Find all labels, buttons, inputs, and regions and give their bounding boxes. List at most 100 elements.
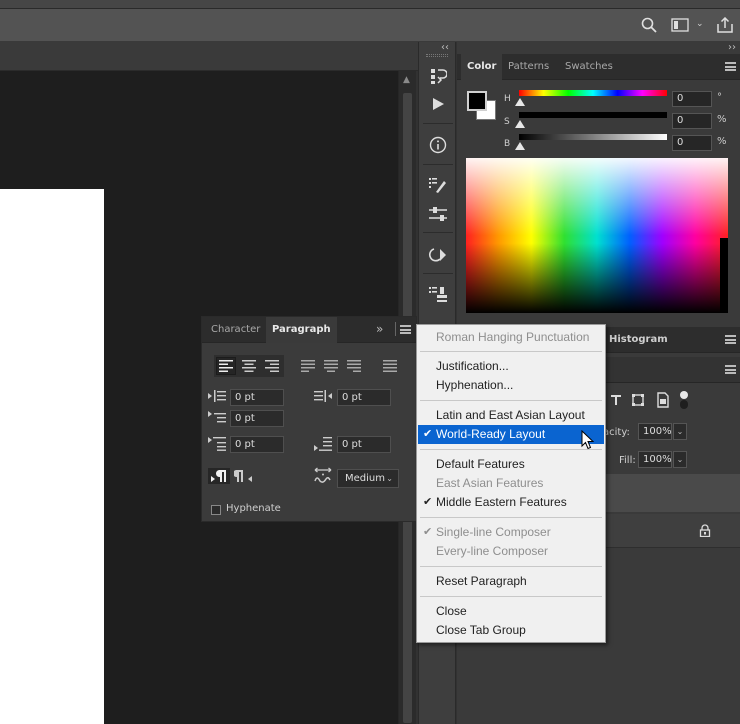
collapse-strip-icon[interactable]: ‹‹ <box>441 42 449 53</box>
actions-play-icon[interactable] <box>425 92 451 116</box>
paragraph-context-menu: Roman Hanging Punctuation Justification.… <box>416 324 606 643</box>
menu-item-east-asian-features[interactable]: East Asian Features <box>418 474 604 493</box>
share-icon[interactable] <box>716 16 734 33</box>
fill-input[interactable]: 100% <box>638 451 672 468</box>
brush-settings-icon[interactable] <box>425 173 451 197</box>
smart-object-filter-icon[interactable] <box>656 392 670 411</box>
menu-item-label: Justification... <box>436 359 509 373</box>
brightness-input[interactable]: 0 <box>672 135 712 151</box>
menu-item-label: Single-line Composer <box>436 525 551 539</box>
menu-item-label: Roman Hanging Punctuation <box>436 330 590 344</box>
foreground-color-swatch[interactable] <box>467 91 487 111</box>
chevron-down-icon[interactable]: ⌄ <box>696 19 704 35</box>
lock-icon <box>699 524 711 540</box>
menu-item-close-tab-group[interactable]: Close Tab Group <box>418 621 604 640</box>
menu-item-world-ready-layout[interactable]: ✔ World-Ready Layout <box>418 425 604 444</box>
adjust-sliders-icon[interactable] <box>425 202 451 226</box>
shape-filter-icon[interactable] <box>631 393 645 410</box>
space-after-input[interactable]: 0 pt <box>337 436 391 453</box>
indent-right-input[interactable]: 0 pt <box>337 389 391 406</box>
menu-item-reset-paragraph[interactable]: Reset Paragraph <box>418 572 604 591</box>
menu-item-label: Reset Paragraph <box>436 574 527 588</box>
info-icon[interactable] <box>425 133 451 157</box>
indent-left-icon <box>208 390 226 405</box>
hyphenate-checkbox[interactable] <box>211 505 221 515</box>
menu-item-label: Latin and East Asian Layout <box>436 408 585 422</box>
ltr-direction-icon[interactable] <box>208 468 230 487</box>
saturation-slider[interactable] <box>519 112 667 118</box>
tab-patterns[interactable]: Patterns <box>502 54 555 80</box>
layers-panel-menu-icon[interactable] <box>725 365 736 374</box>
opacity-dropdown-icon[interactable]: ⌄ <box>673 423 687 440</box>
document-canvas[interactable] <box>0 189 104 724</box>
tab-histogram[interactable]: Histogram <box>603 327 674 353</box>
menu-item-justification[interactable]: Justification... <box>418 357 604 376</box>
color-panel-menu-icon[interactable] <box>725 62 736 71</box>
search-icon[interactable] <box>641 17 657 33</box>
justify-last-left-icon[interactable] <box>298 357 318 375</box>
menu-separator <box>420 566 602 567</box>
hue-slider[interactable] <box>519 90 667 96</box>
menu-item-middle-eastern-features[interactable]: ✔ Middle Eastern Features <box>418 493 604 512</box>
brightness-label: B <box>504 139 511 149</box>
brightness-slider[interactable] <box>519 134 667 140</box>
rtl-direction-icon[interactable] <box>232 468 256 487</box>
space-after-icon <box>314 437 332 454</box>
fill-dropdown-icon[interactable]: ⌄ <box>673 451 687 468</box>
justify-last-center-icon[interactable] <box>321 357 341 375</box>
filter-toggle-icon[interactable] <box>679 390 689 413</box>
color-spectrum-ramp[interactable] <box>466 158 728 313</box>
paragraph-panel-menu-icon[interactable] <box>400 325 411 334</box>
tab-divider <box>395 322 396 336</box>
checkmark-icon: ✔ <box>423 496 433 508</box>
justify-last-right-icon[interactable] <box>344 357 364 375</box>
tool-presets-icon[interactable] <box>425 283 451 307</box>
strip-divider <box>423 123 453 124</box>
menu-item-roman-hanging-punctuation[interactable]: Roman Hanging Punctuation <box>418 328 604 347</box>
tab-character[interactable]: Character <box>205 317 266 343</box>
type-filter-icon[interactable] <box>610 394 622 409</box>
tab-paragraph[interactable]: Paragraph <box>266 317 337 343</box>
kashida-select[interactable]: Medium ⌄ <box>337 469 399 488</box>
opacity-input[interactable]: 100% <box>638 423 672 440</box>
hue-slider-thumb[interactable] <box>515 98 525 106</box>
scroll-up-icon[interactable]: ▲ <box>403 75 410 85</box>
saturation-label: S <box>504 117 510 127</box>
indent-right-icon <box>314 390 332 405</box>
menu-separator <box>420 400 602 401</box>
align-left-icon[interactable] <box>216 357 236 375</box>
tab-swatches[interactable]: Swatches <box>559 54 619 80</box>
strip-divider <box>423 164 453 165</box>
brightness-slider-thumb[interactable] <box>515 142 525 150</box>
menu-item-every-line-composer[interactable]: Every-line Composer <box>418 542 604 561</box>
history-icon[interactable] <box>425 64 451 88</box>
chevron-down-icon: ⌄ <box>386 474 393 483</box>
menu-item-latin-east-asian-layout[interactable]: Latin and East Asian Layout <box>418 406 604 425</box>
space-before-icon <box>208 437 226 454</box>
expand-panel-icon[interactable]: » <box>376 322 383 336</box>
saturation-input[interactable]: 0 <box>672 113 712 129</box>
collapse-dock-icon[interactable]: ›› <box>728 42 736 53</box>
hue-label: H <box>504 94 511 104</box>
menu-separator <box>420 596 602 597</box>
justify-all-icon[interactable] <box>380 357 400 375</box>
strip-grip[interactable] <box>426 54 448 57</box>
menu-item-single-line-composer[interactable]: ✔ Single-line Composer <box>418 523 604 542</box>
space-before-input[interactable]: 0 pt <box>230 436 284 453</box>
workspace-icon[interactable] <box>671 17 689 33</box>
menu-item-hyphenation[interactable]: Hyphenation... <box>418 376 604 395</box>
tab-color[interactable]: Color <box>461 54 503 80</box>
hue-unit: ° <box>717 92 722 103</box>
indent-first-line-input[interactable]: 0 pt <box>230 410 284 427</box>
indent-left-input[interactable]: 0 pt <box>230 389 284 406</box>
align-right-icon[interactable] <box>262 357 282 375</box>
menu-item-default-features[interactable]: Default Features <box>418 455 604 474</box>
menu-item-label: Default Features <box>436 457 525 471</box>
histogram-panel-menu-icon[interactable] <box>725 335 736 344</box>
menu-item-label: Middle Eastern Features <box>436 495 567 509</box>
align-center-icon[interactable] <box>239 357 259 375</box>
menu-item-close[interactable]: Close <box>418 602 604 621</box>
hue-input[interactable]: 0 <box>672 91 712 107</box>
clone-source-icon[interactable] <box>425 243 451 267</box>
saturation-slider-thumb[interactable] <box>515 120 525 128</box>
